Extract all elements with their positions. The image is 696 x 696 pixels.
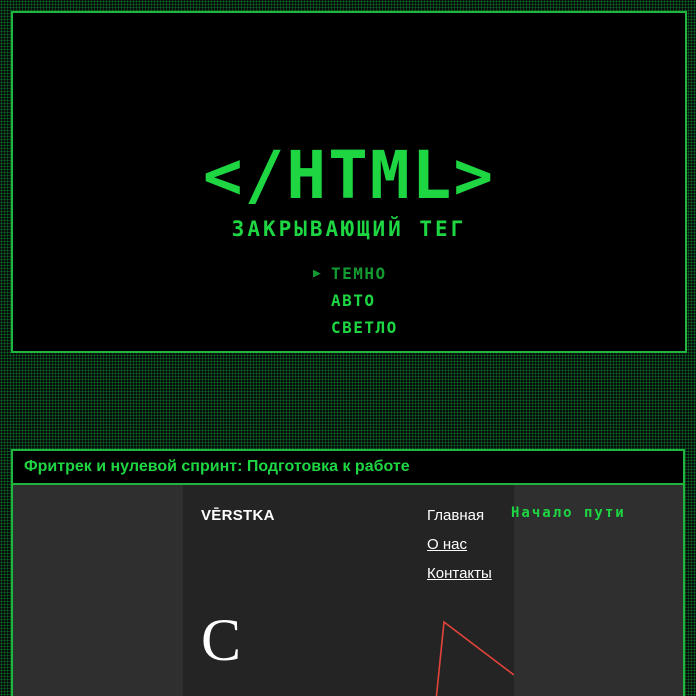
site-subtitle: ЗАКРЫВАЮЩИЙ ТЕГ	[231, 217, 467, 241]
preview-caption: Начало пути	[511, 505, 626, 521]
post-title[interactable]: Фритрек и нулевой спринт: Подготовка к р…	[13, 451, 683, 485]
site-logo[interactable]: </HTML>	[13, 143, 685, 209]
theme-option-light[interactable]: СВЕТЛО	[313, 314, 433, 341]
selected-arrow-icon: ▶	[313, 266, 323, 281]
theme-switcher: ▶ ТЕМНО АВТО СВЕТЛО	[313, 260, 433, 341]
preview-site-frame: VĒRSTKA Главная О нас Контакты С	[183, 485, 514, 696]
preview-decoration-shapes	[435, 620, 514, 696]
red-triangle-shape	[435, 620, 514, 696]
theme-option-label: СВЕТЛО	[331, 318, 398, 337]
theme-option-dark[interactable]: ▶ ТЕМНО	[313, 260, 433, 287]
theme-option-auto[interactable]: АВТО	[313, 287, 433, 314]
post-card[interactable]: Фритрек и нулевой спринт: Подготовка к р…	[11, 449, 685, 696]
theme-option-label: ТЕМНО	[331, 264, 387, 283]
post-preview-image: VĒRSTKA Главная О нас Контакты С Начало …	[13, 485, 683, 696]
theme-option-label: АВТО	[331, 291, 376, 310]
hero-banner: </HTML> ЗАКРЫВАЮЩИЙ ТЕГ ▶ ТЕМНО АВТО СВЕ…	[11, 11, 687, 353]
